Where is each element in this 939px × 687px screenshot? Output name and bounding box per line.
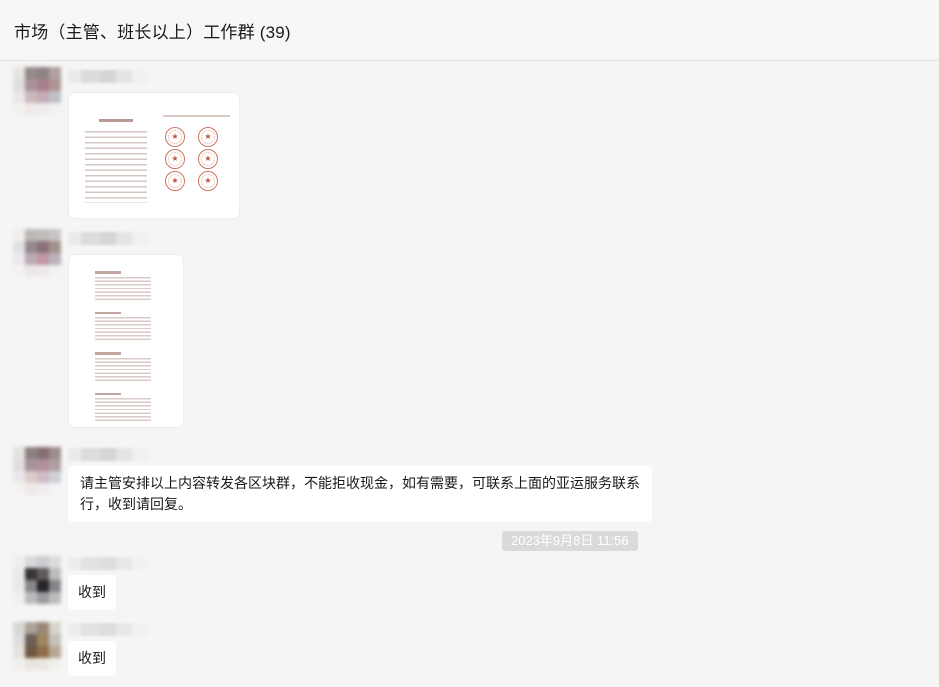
sender-avatar[interactable] <box>13 622 61 670</box>
message-row <box>0 229 939 428</box>
sender-avatar[interactable] <box>13 229 61 277</box>
star-icon: ★ <box>171 133 178 141</box>
message-row: 收到 <box>0 556 939 610</box>
chat-header: 市场（主管、班长以上）工作群 (39) <box>0 0 939 61</box>
sender-name-redacted <box>68 448 148 461</box>
document-title-placeholder <box>99 119 133 122</box>
sender-name-redacted <box>68 623 148 636</box>
red-stamp-icon: ★ <box>165 171 185 191</box>
star-icon: ★ <box>171 177 178 185</box>
document-section-placeholder <box>95 271 151 302</box>
message-content: 收到 <box>68 622 148 676</box>
message-row: 请主管安排以上内容转发各区块群，不能拒收现金，如有需要，可联系上面的亚运服务联系… <box>0 447 939 522</box>
document-text-placeholder <box>85 131 147 203</box>
message-row: 收到 <box>0 622 939 676</box>
star-icon: ★ <box>204 155 211 163</box>
group-chat-title: 市场（主管、班长以上）工作群 (39) <box>0 18 291 43</box>
chat-window: 市场（主管、班长以上）工作群 (39) ★ ★ ★ ★ ★ ★ <box>0 0 939 687</box>
red-stamp-icon: ★ <box>198 149 218 169</box>
message-row: ★ ★ ★ ★ ★ ★ <box>0 67 939 219</box>
message-bubble[interactable]: 收到 <box>68 641 116 676</box>
date-separator: 2023年9月8日 11:56 <box>502 531 638 551</box>
timestamp-badge: 2023年9月8日 11:56 <box>502 531 638 551</box>
document-section-placeholder <box>95 352 151 383</box>
sender-name-redacted <box>68 557 148 570</box>
message-content: 请主管安排以上内容转发各区块群，不能拒收现金，如有需要，可联系上面的亚运服务联系… <box>68 447 652 522</box>
star-icon: ★ <box>204 133 211 141</box>
document-section-placeholder <box>95 393 151 424</box>
red-stamp-icon: ★ <box>198 127 218 147</box>
red-stamp-grid: ★ ★ ★ ★ ★ ★ <box>165 127 218 191</box>
red-stamp-icon: ★ <box>198 171 218 191</box>
message-bubble[interactable]: 收到 <box>68 575 116 610</box>
sender-name-redacted <box>68 232 148 245</box>
star-icon: ★ <box>171 155 178 163</box>
document-section-placeholder <box>95 312 151 343</box>
star-icon: ★ <box>204 177 211 185</box>
document-text-placeholder <box>163 115 230 117</box>
attached-image-document-stamps[interactable]: ★ ★ ★ ★ ★ ★ <box>68 92 240 219</box>
sender-avatar[interactable] <box>13 556 61 604</box>
message-list: ★ ★ ★ ★ ★ ★ <box>0 61 939 676</box>
sender-name-redacted <box>68 70 148 83</box>
sender-avatar[interactable] <box>13 67 61 115</box>
attached-image-document-text[interactable] <box>68 254 184 428</box>
red-stamp-icon: ★ <box>165 127 185 147</box>
message-bubble[interactable]: 请主管安排以上内容转发各区块群，不能拒收现金，如有需要，可联系上面的亚运服务联系… <box>68 466 652 522</box>
red-stamp-icon: ★ <box>165 149 185 169</box>
message-content <box>68 229 184 428</box>
sender-avatar[interactable] <box>13 447 61 495</box>
message-content: ★ ★ ★ ★ ★ ★ <box>68 67 240 219</box>
message-content: 收到 <box>68 556 148 610</box>
